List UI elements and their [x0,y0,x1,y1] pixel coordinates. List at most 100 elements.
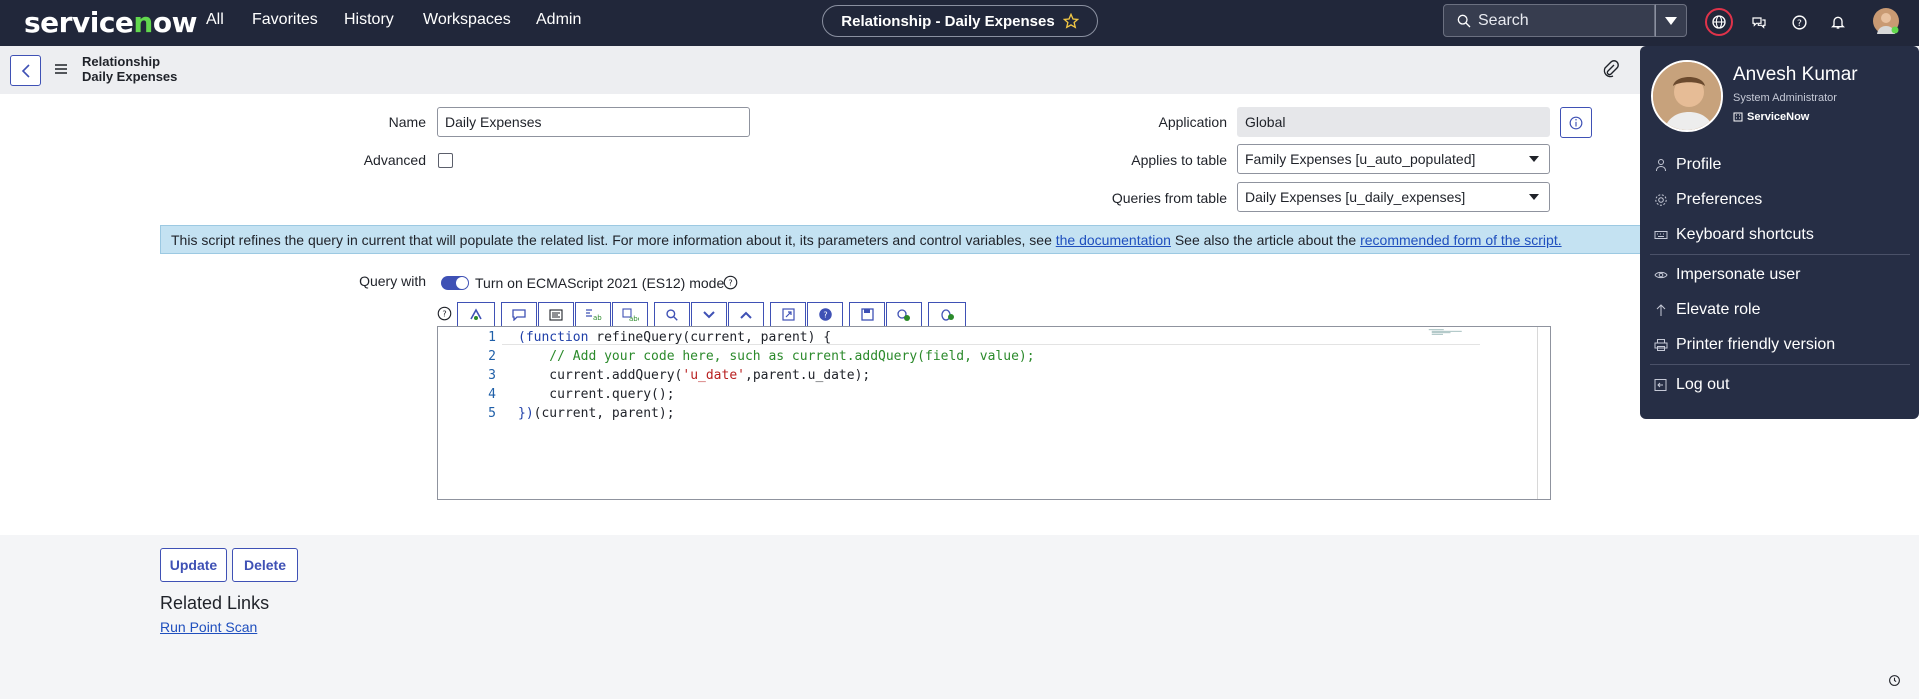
avatar-icon [1653,62,1721,130]
comment-icon [512,308,526,321]
update-button[interactable]: Update [160,548,227,582]
chevron-down-icon [1529,194,1539,200]
menu-profile[interactable]: Profile [1654,156,1721,174]
delete-button[interactable]: Delete [232,548,298,582]
gear-icon [1655,194,1667,206]
breadcrumb-record: Daily Expenses [82,69,178,84]
menu-printer-friendly[interactable]: Printer friendly version [1654,336,1835,354]
nav-favorites[interactable]: Favorites [252,11,318,29]
documentation-link[interactable]: the documentation [1056,232,1171,248]
menu-preferences[interactable]: Preferences [1654,191,1762,209]
replace-icon: abc [586,308,602,322]
comment-button[interactable] [501,302,537,327]
editor-help-icon[interactable]: ? [437,306,452,321]
applies-to-table-select[interactable]: Family Expenses [u_auto_populated] [1237,144,1550,174]
code-line-1: (function refineQuery(current, parent) { [518,330,832,345]
application-label: Application [1158,114,1228,130]
recommended-form-link[interactable]: recommended form of the script. [1360,232,1562,248]
svg-text:?: ? [1797,18,1802,29]
help-button[interactable]: ? [1785,8,1813,36]
nav-all[interactable]: All [206,11,224,29]
chat-button[interactable] [1745,8,1773,36]
fullscreen-button[interactable] [770,302,806,327]
printer-icon [1654,339,1668,351]
save-script-button[interactable] [849,302,885,327]
format-code-button[interactable] [538,302,574,327]
line-number: 3 [488,368,496,383]
notifications-button[interactable] [1824,8,1852,36]
ecmascript-label: Turn on ECMAScript 2021 (ES12) mode [475,275,725,291]
globe-icon [1712,15,1726,29]
global-search-input[interactable]: Search [1443,4,1655,37]
servicenow-logo[interactable]: servicenow [24,6,197,39]
clock-icon[interactable] [1888,674,1901,687]
advanced-label: Advanced [363,152,426,168]
svg-text:?: ? [442,309,446,319]
back-button[interactable] [10,55,41,86]
debug-icon [897,308,910,321]
script-help-button[interactable]: ? [807,302,843,327]
menu-divider [1650,364,1910,365]
person-icon [1656,159,1666,172]
paperclip-icon[interactable] [1603,60,1619,78]
applies-to-table-label: Applies to table [1131,152,1227,168]
toggle-syntax-button[interactable] [457,302,495,327]
menu-divider [1650,254,1910,255]
line-number: 5 [488,406,496,421]
eye-icon [1654,271,1668,279]
editor-scrollbar[interactable] [1537,327,1538,499]
debug-button[interactable] [886,302,922,327]
banner-text: This script refines the query in current… [171,232,1056,248]
menu-elevate-role[interactable]: Elevate role [1654,301,1761,319]
code-minimap[interactable] [1420,329,1490,335]
top-navigation-bar: servicenow All Favorites History Workspa… [0,0,1919,46]
keyboard-icon [1654,231,1668,239]
script-debugger-button[interactable] [928,302,966,327]
find-next-button[interactable] [691,302,727,327]
nav-admin[interactable]: Admin [536,11,581,29]
nav-workspaces[interactable]: Workspaces [423,11,511,29]
find-previous-button[interactable] [728,302,764,327]
breadcrumb-table: Relationship [82,54,161,69]
advanced-checkbox[interactable] [438,153,453,168]
user-menu-dropdown: Anvesh Kumar System Administrator Servic… [1640,46,1919,419]
floppy-disk-icon [860,308,874,321]
search-scope-dropdown[interactable] [1655,4,1687,37]
queries-from-table-select[interactable]: Daily Expenses [u_daily_expenses] [1237,182,1550,212]
hamburger-menu-icon[interactable] [55,64,67,74]
menu-log-out[interactable]: Log out [1654,376,1729,394]
run-point-scan-link[interactable]: Run Point Scan [160,619,257,635]
nav-history[interactable]: History [344,11,394,29]
code-line-4: current.query(); [518,387,675,402]
logout-icon [1654,379,1667,391]
scope-selector-button[interactable] [1705,8,1733,36]
query-with-label: Query with [359,273,426,289]
menu-impersonate-user[interactable]: Impersonate user [1654,266,1801,284]
user-role: System Administrator [1733,92,1837,104]
name-field[interactable]: Daily Expenses [437,107,750,137]
script-editor[interactable]: 1 2 3 4 5 (function refineQuery(current,… [437,326,1551,500]
search-code-button[interactable] [654,302,690,327]
ecmascript-toggle[interactable] [441,276,469,290]
chat-icon [1752,17,1766,29]
menu-keyboard-shortcuts[interactable]: Keyboard shortcuts [1654,226,1814,244]
name-label: Name [388,114,426,130]
chevron-left-icon [21,63,30,78]
expand-icon [781,308,795,321]
replace-all-button[interactable]: abc [612,302,648,327]
banner-text-middle: See also the article about the [1170,232,1361,248]
avatar-icon [1877,13,1899,34]
help-icon[interactable]: ? [723,275,738,290]
user-name: Anvesh Kumar [1733,64,1858,85]
replace-button[interactable]: abc [575,302,611,327]
code-line-2: // Add your code here, such as current.a… [518,349,1035,364]
application-field: Global [1237,107,1550,137]
user-company: ServiceNow [1733,111,1809,123]
record-title-pill: Relationship - Daily Expenses [822,5,1098,37]
info-banner: This script refines the query in current… [160,225,1700,254]
application-info-button[interactable] [1560,107,1592,138]
question-circle-icon: ? [818,308,832,321]
user-avatar-button[interactable] [1873,8,1899,34]
info-icon [1569,116,1583,129]
star-icon[interactable] [1062,13,1079,29]
